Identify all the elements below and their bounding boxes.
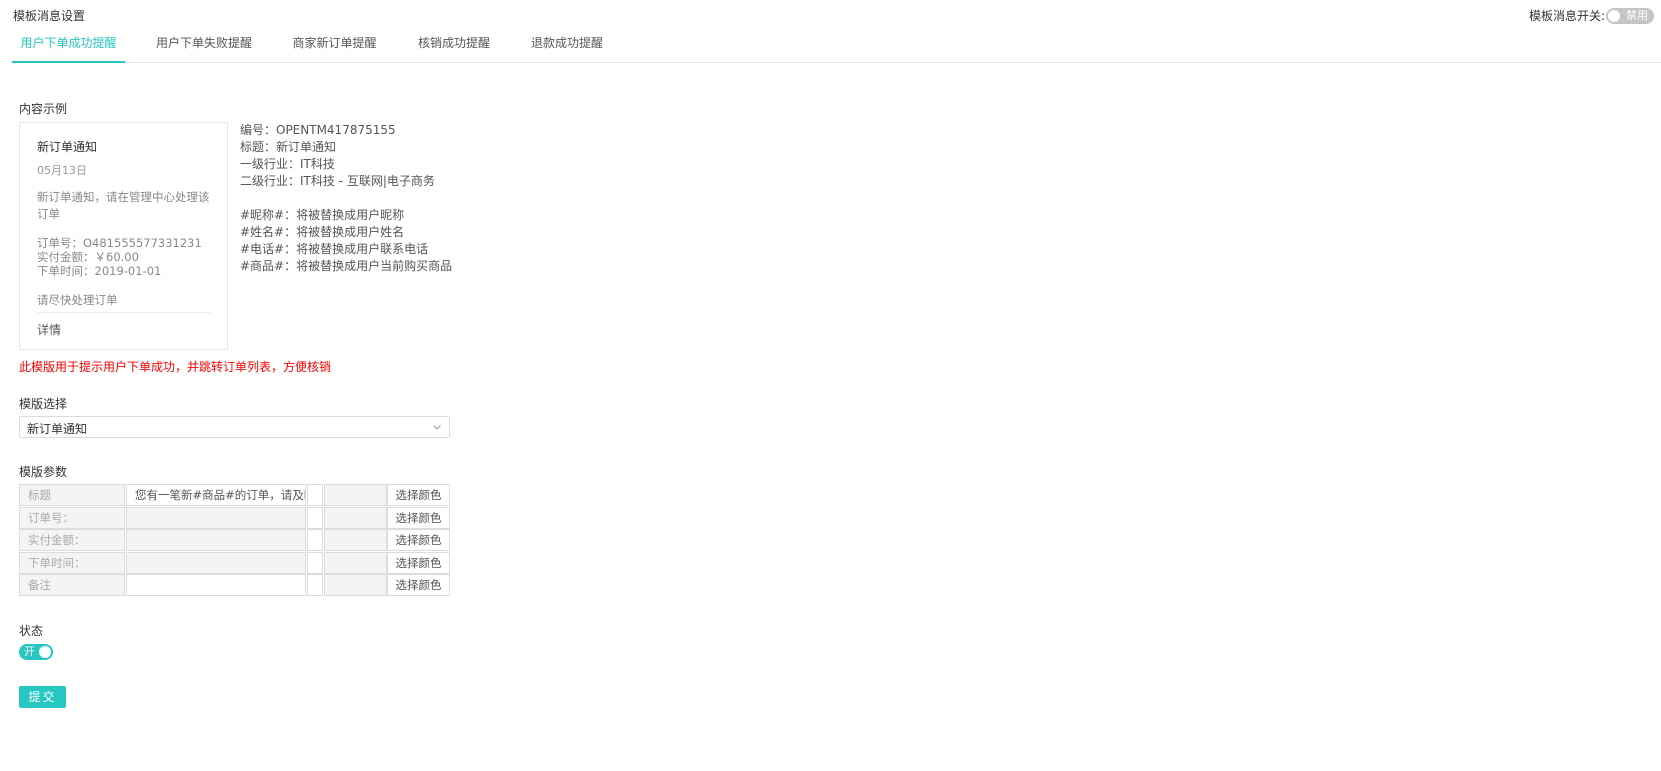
param-value-input[interactable]: 您有一笔新#商品#的订单，请及时处理 [126,484,306,506]
template-message-switch: 模板消息开关: 禁用 [1529,7,1655,24]
param-row-order-number: 订单号： 选择颜色 [19,507,450,529]
variable-goods: #商品#：将被替换成用户当前购买商品 [240,259,453,273]
card-body: 新订单通知，请在管理中心处理该订单 [37,190,210,221]
color-swatch [307,574,323,596]
toggle-knob [39,646,51,658]
card-order-number: 订单号：O481555577331231 [37,236,202,250]
status-toggle-text: 开 [24,645,35,658]
preview-section-label: 内容示例 [19,102,68,116]
template-number: 编号：OPENTM417875155 [240,123,396,137]
template-industry-primary: 一级行业：IT科技 [240,157,335,171]
tab-refund-success[interactable]: 退款成功提醒 [526,30,608,61]
toggle-knob [1608,9,1621,22]
color-swatch [307,552,323,574]
chevron-down-icon [433,425,441,430]
param-row-paid-amount: 实付金额： 选择颜色 [19,529,450,551]
param-label: 标题 [19,484,125,506]
tab-order-failed[interactable]: 用户下单失败提醒 [151,30,257,61]
template-warning: 此模版用于提示用户下单成功，并跳转订单列表，方便核销 [19,360,332,374]
param-label: 备注 [19,574,125,596]
color-value-field[interactable] [324,507,387,529]
card-detail-link[interactable]: 详情 [37,321,61,338]
param-label: 订单号： [19,507,125,529]
status-toggle[interactable]: 开 [19,644,53,660]
param-row-title: 标题 您有一笔新#商品#的订单，请及时处理 选择颜色 [19,484,450,506]
card-divider [37,312,211,313]
template-message-toggle[interactable]: 禁用 [1606,7,1655,24]
choose-color-button[interactable]: 选择颜色 [387,552,450,574]
variable-phone: #电话#：将被替换成用户联系电话 [240,242,429,256]
template-select-value: 新订单通知 [27,422,88,436]
choose-color-button[interactable]: 选择颜色 [387,529,450,551]
template-message-switch-label: 模板消息开关: [1529,9,1606,23]
page-title: 模板消息设置 [13,9,86,23]
variable-name: #姓名#：将被替换成用户姓名 [240,225,405,239]
template-info: 编号：OPENTM417875155 标题：新订单通知 一级行业：IT科技 二级… [240,122,452,275]
param-row-order-time: 下单时间： 选择颜色 [19,552,450,574]
color-swatch [307,507,323,529]
color-value-field[interactable] [324,574,387,596]
color-value-field[interactable] [324,484,387,506]
param-label: 下单时间： [19,552,125,574]
template-select[interactable]: 新订单通知 [19,416,450,438]
preview-card: 新订单通知 05月13日 新订单通知，请在管理中心处理该订单 订单号：O4815… [19,122,228,350]
choose-color-button[interactable]: 选择颜色 [387,507,450,529]
variable-nickname: #昵称#：将被替换成用户昵称 [240,208,405,222]
card-remark: 请尽快处理订单 [37,293,118,307]
param-label: 实付金额： [19,529,125,551]
card-paid-amount: 实付金额：￥60.00 [37,250,139,264]
color-value-field[interactable] [324,552,387,574]
color-swatch [307,529,323,551]
color-value-field[interactable] [324,529,387,551]
card-title: 新订单通知 [37,140,98,154]
choose-color-button[interactable]: 选择颜色 [387,484,450,506]
param-value-input [126,552,306,574]
template-title: 标题：新订单通知 [240,140,337,154]
template-select-label: 模版选择 [19,397,68,411]
card-order-time: 下单时间：2019-01-01 [37,264,162,278]
color-swatch [307,484,323,506]
tab-verify-success[interactable]: 核销成功提醒 [413,30,495,61]
status-label: 状态 [19,624,44,638]
param-value-input [126,507,306,529]
template-params-label: 模版参数 [19,465,68,479]
template-industry-secondary: 二级行业：IT科技 - 互联网|电子商务 [240,174,435,188]
param-value-input[interactable] [126,574,306,596]
param-row-remark: 备注 选择颜色 [19,574,450,596]
tab-bar: 用户下单成功提醒 用户下单失败提醒 商家新订单提醒 核销成功提醒 退款成功提醒 [12,30,1661,63]
card-date: 05月13日 [37,164,87,177]
tab-order-success[interactable]: 用户下单成功提醒 [12,30,125,63]
toggle-state-text: 禁用 [1626,8,1649,22]
param-value-input [126,529,306,551]
submit-button[interactable]: 提交 [19,686,66,708]
choose-color-button[interactable]: 选择颜色 [387,574,450,596]
tab-merchant-new-order[interactable]: 商家新订单提醒 [288,30,381,61]
